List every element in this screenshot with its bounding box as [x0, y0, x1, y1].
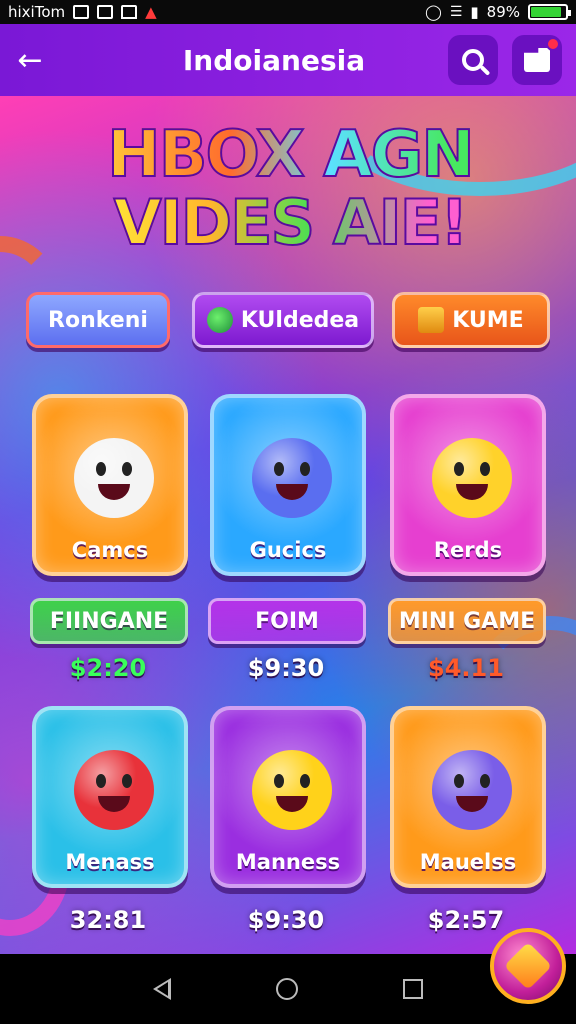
battery-text: 89%	[486, 3, 520, 21]
store-button[interactable]	[512, 35, 562, 85]
price-label: $4.11	[428, 654, 504, 682]
main-content: HBOX AGN VIDES AIE! Ronkeni KUldedea KUM…	[0, 96, 576, 954]
battery-icon	[528, 4, 571, 20]
game-card-label: Rerds	[433, 538, 503, 562]
battery-fill	[531, 7, 562, 17]
game-card-label: Manness	[235, 850, 341, 874]
arrow-left-icon[interactable]: ←	[0, 24, 60, 96]
game-card[interactable]: Manness	[210, 706, 366, 888]
wifi-icon: ☰	[449, 4, 463, 20]
genre-tag[interactable]: FIINGANE	[30, 598, 188, 644]
cell-signal-icon: ▮	[470, 3, 479, 21]
game-card[interactable]: Mauelss	[390, 706, 546, 888]
game-orb-icon	[206, 307, 233, 333]
game-card[interactable]: Rerds	[390, 394, 546, 576]
price-label: $9:30	[247, 654, 325, 682]
game-card[interactable]: Menass	[32, 706, 188, 888]
game-card-label: Menass	[65, 850, 155, 874]
signal-alert-icon: ▲	[145, 3, 157, 21]
tab-label: Ronkeni	[48, 307, 148, 333]
search-button[interactable]	[448, 35, 498, 85]
hero-line-2: VIDES AIE!	[90, 189, 490, 257]
price-label: $2:20	[69, 654, 147, 682]
game-card-label: Camcs	[71, 538, 149, 562]
gift-box-icon	[418, 307, 445, 333]
price-label: $9:30	[247, 906, 325, 934]
nav-home-icon[interactable]	[275, 978, 298, 1000]
game-character-image	[74, 750, 154, 830]
tab-ronkeni[interactable]: Ronkeni	[26, 292, 170, 348]
home-status-icon	[121, 5, 138, 19]
game-card[interactable]: Camcs	[32, 394, 188, 576]
nav-back-icon[interactable]	[152, 978, 171, 1000]
game-card-label: Mauelss	[419, 850, 517, 874]
magic-wand-icon	[503, 941, 553, 991]
tab-kume[interactable]: KUME	[392, 292, 550, 348]
alarm-icon: ◯	[425, 3, 442, 21]
page-title: Indoianesia	[182, 43, 366, 77]
status-left-text: hixiTom	[8, 3, 66, 21]
image-icon	[97, 5, 114, 19]
game-character-image	[74, 438, 154, 518]
game-character-image	[432, 438, 512, 518]
game-card-label: Gucics	[249, 538, 327, 562]
game-card[interactable]: Gucics	[210, 394, 366, 576]
search-icon	[462, 49, 484, 71]
hero-title: HBOX AGN VIDES AIE!	[90, 119, 490, 270]
tab-kuldedea[interactable]: KUldedea	[192, 292, 374, 348]
nav-recent-icon[interactable]	[403, 979, 424, 999]
price-label: 32:81	[69, 906, 147, 934]
app-bar: ← Indoianesia	[0, 24, 576, 96]
tab-label: KUME	[452, 307, 524, 333]
genre-tag[interactable]: MINI GAME	[388, 598, 546, 644]
store-icon	[524, 48, 550, 72]
status-bar: hixiTom ▲ ◯ ☰ ▮ 89%	[0, 0, 576, 24]
game-character-image	[432, 750, 512, 830]
magic-wand-button[interactable]	[490, 928, 566, 1004]
photo-icon	[73, 5, 90, 19]
game-character-image	[252, 438, 332, 518]
game-character-image	[252, 750, 332, 830]
notification-badge	[546, 37, 560, 51]
hero-line-1: HBOX AGN	[90, 119, 490, 191]
category-tabs: Ronkeni KUldedea KUME	[26, 292, 550, 348]
tab-label: KUldedea	[240, 307, 360, 333]
genre-tag[interactable]: FOIM	[208, 598, 366, 644]
